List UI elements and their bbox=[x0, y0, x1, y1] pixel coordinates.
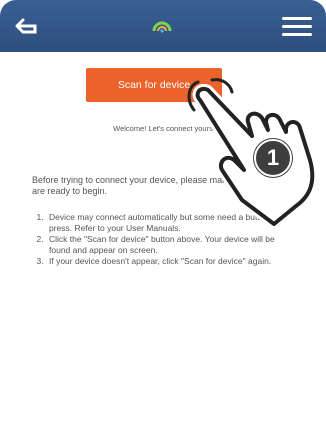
list-item: If your device doesn't appear, click "Sc… bbox=[46, 256, 286, 267]
menu-bar bbox=[282, 16, 312, 20]
back-arrow-icon[interactable] bbox=[14, 14, 40, 38]
hand-pointer-icon bbox=[182, 74, 322, 239]
menu-bar bbox=[282, 32, 312, 36]
phone-screen: Scan for device Welcome! Let's connect y… bbox=[0, 0, 326, 421]
app-logo-icon bbox=[144, 14, 180, 38]
app-header bbox=[0, 0, 326, 53]
menu-bar bbox=[282, 24, 312, 28]
step-number-badge: 1 bbox=[254, 139, 292, 177]
hamburger-menu-icon[interactable] bbox=[282, 14, 312, 38]
